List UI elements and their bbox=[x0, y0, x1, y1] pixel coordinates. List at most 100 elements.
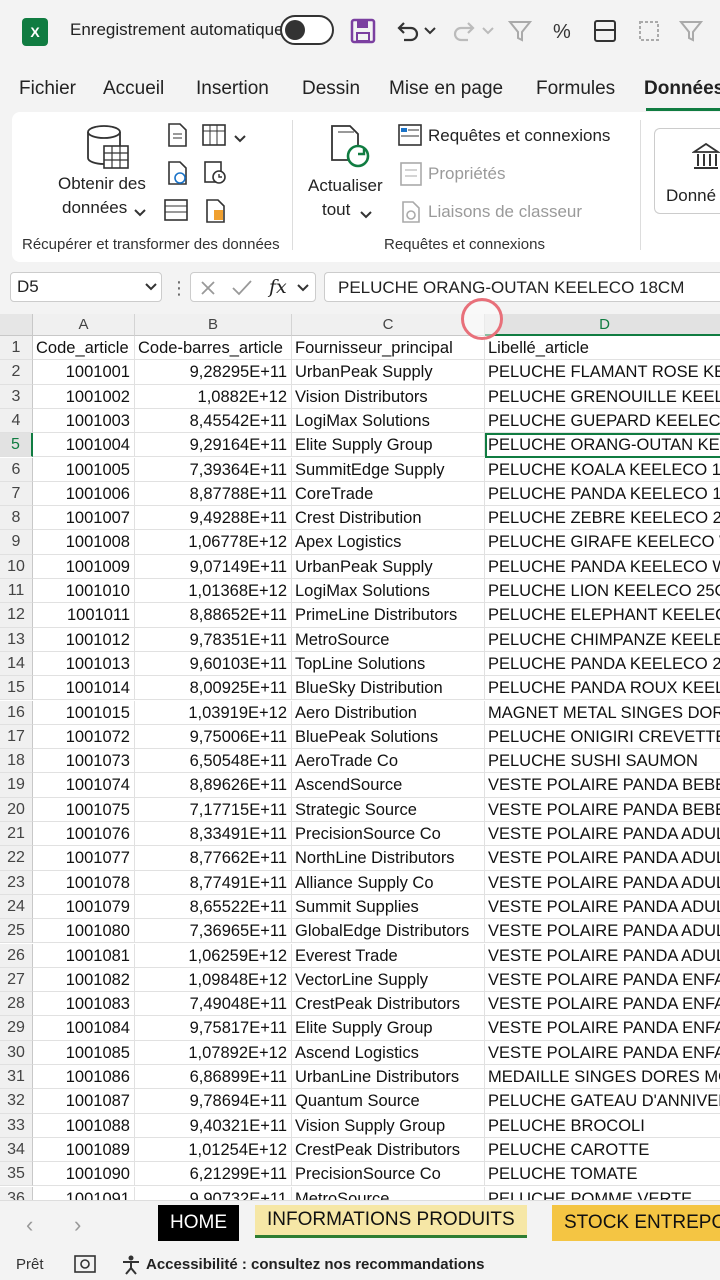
data-types-label[interactable]: Donné bbox=[666, 186, 716, 206]
table-cell[interactable]: PELUCHE GIRAFE KEELECO WO bbox=[485, 530, 720, 555]
table-cell[interactable]: 1001010 bbox=[33, 579, 135, 604]
table-cell[interactable]: 1001003 bbox=[33, 408, 135, 434]
table-cell[interactable]: 1001077 bbox=[33, 846, 135, 871]
queries-connections-icon[interactable] bbox=[398, 124, 422, 151]
refresh-all-icon[interactable] bbox=[328, 124, 372, 177]
row-header[interactable]: 32 bbox=[0, 1089, 33, 1114]
table-cell[interactable]: 9,78351E+11 bbox=[135, 627, 292, 652]
row-header[interactable]: 1 bbox=[0, 336, 33, 361]
table-cell[interactable]: 1,01368E+12 bbox=[135, 579, 292, 604]
table-cell[interactable]: Vision Distributors bbox=[292, 384, 485, 409]
table-cell[interactable]: VESTE POLAIRE PANDA ENFANT bbox=[485, 1041, 720, 1065]
row-header[interactable]: 25 bbox=[0, 919, 33, 944]
table-cell[interactable]: 1001084 bbox=[33, 1016, 135, 1041]
accessibility-status[interactable]: Accessibilité : consultez nos recommanda… bbox=[146, 1256, 484, 1273]
table-cell[interactable]: PELUCHE GRENOUILLE KEELECO bbox=[485, 385, 720, 409]
table-cell[interactable]: 1,06259E+12 bbox=[135, 943, 292, 968]
row-header[interactable]: 26 bbox=[0, 943, 33, 968]
table-cell[interactable]: 1001088 bbox=[33, 1113, 135, 1138]
sheet-prev-icon[interactable]: ‹ bbox=[26, 1212, 33, 1238]
insert-function-icon[interactable]: fx bbox=[269, 276, 287, 298]
row-header[interactable]: 6 bbox=[0, 457, 33, 482]
header-cell[interactable]: Code-barres_article bbox=[135, 336, 292, 361]
table-cell[interactable]: 1001091 bbox=[33, 1186, 135, 1200]
table-cell[interactable]: 1001081 bbox=[33, 943, 135, 968]
table-cell[interactable]: 1001005 bbox=[33, 457, 135, 482]
get-data-label-2[interactable]: données bbox=[62, 198, 127, 218]
formula-expand-icon[interactable] bbox=[297, 284, 309, 292]
workbook-links-button[interactable]: Liaisons de classeur bbox=[428, 202, 582, 222]
table-cell[interactable]: 1001001 bbox=[33, 360, 135, 385]
table-cell[interactable]: Everest Trade bbox=[292, 943, 485, 968]
table-cell[interactable]: 1,09848E+12 bbox=[135, 967, 292, 993]
recent-sources-icon[interactable] bbox=[204, 160, 228, 191]
row-header[interactable]: 16 bbox=[0, 700, 33, 725]
row-header[interactable]: 15 bbox=[0, 676, 33, 701]
table-cell[interactable]: 1001012 bbox=[33, 627, 135, 652]
table-cell[interactable]: PELUCHE CHIMPANZE KEELECO bbox=[485, 628, 720, 652]
row-header[interactable]: 33 bbox=[0, 1113, 33, 1138]
table-cell[interactable]: MEDAILLE SINGES DORES MON bbox=[485, 1065, 720, 1090]
cancel-icon[interactable] bbox=[200, 280, 216, 296]
table-cell[interactable]: 6,21299E+11 bbox=[135, 1162, 292, 1187]
table-cell[interactable]: PELUCHE KOALA KEELECO 18CM bbox=[485, 458, 720, 482]
table-cell[interactable]: MAGNET METAL SINGES DORES bbox=[485, 701, 720, 725]
table-cell[interactable]: BlueSky Distribution bbox=[292, 676, 485, 701]
table-cell[interactable]: 1001008 bbox=[33, 530, 135, 555]
table-cell[interactable]: UrbanPeak Supply bbox=[292, 360, 485, 385]
table-cell[interactable]: PELUCHE PANDA KEELECO WO bbox=[485, 555, 720, 579]
sheet-tab-informations-produits[interactable]: INFORMATIONS PRODUITS bbox=[255, 1205, 527, 1238]
table-cell[interactable]: 8,77491E+11 bbox=[135, 870, 292, 895]
table-cell[interactable]: 1,07892E+12 bbox=[135, 1040, 292, 1065]
table-cell[interactable]: 1,06778E+12 bbox=[135, 530, 292, 555]
table-cell[interactable]: 9,75006E+11 bbox=[135, 724, 292, 750]
table-cell[interactable]: 1001013 bbox=[33, 651, 135, 677]
formula-input[interactable]: PELUCHE ORANG-OUTAN KEELECO 18CM bbox=[324, 272, 720, 302]
column-header-c[interactable]: C bbox=[292, 314, 485, 336]
table-cell[interactable]: 8,33491E+11 bbox=[135, 822, 292, 847]
table-cell[interactable]: PELUCHE ORANG-OUTAN KEELECO bbox=[485, 433, 720, 458]
table-cell[interactable]: PELUCHE LION KEELECO 25CM bbox=[485, 579, 720, 604]
table-cell[interactable]: PELUCHE ONIGIRI CREVETTE bbox=[485, 725, 720, 750]
table-cell[interactable]: NorthLine Distributors bbox=[292, 846, 485, 871]
table-cell[interactable]: PELUCHE TOMATE bbox=[485, 1162, 720, 1187]
table-cell[interactable]: PrecisionSource Co bbox=[292, 1162, 485, 1187]
row-header[interactable]: 35 bbox=[0, 1162, 33, 1187]
table-cell[interactable]: 1001009 bbox=[33, 554, 135, 579]
table-cell[interactable]: 1001074 bbox=[33, 773, 135, 798]
name-box[interactable]: D5 bbox=[10, 272, 162, 302]
tab-formules[interactable]: Formules bbox=[536, 78, 615, 100]
table-cell[interactable]: 6,86899E+11 bbox=[135, 1065, 292, 1090]
table-cell[interactable]: 1001087 bbox=[33, 1089, 135, 1114]
table-cell[interactable]: VESTE POLAIRE PANDA ENFANT bbox=[485, 968, 720, 993]
table-cell[interactable]: AeroTrade Co bbox=[292, 749, 485, 774]
table-cell[interactable]: 7,36965E+11 bbox=[135, 919, 292, 944]
table-cell[interactable]: UrbanLine Distributors bbox=[292, 1065, 485, 1090]
redo-icon[interactable] bbox=[450, 16, 480, 46]
row-header[interactable]: 11 bbox=[0, 579, 33, 604]
row-header[interactable]: 31 bbox=[0, 1065, 33, 1090]
table-cell[interactable]: PELUCHE BROCOLI bbox=[485, 1114, 720, 1138]
table-cell[interactable]: PELUCHE PANDA KEELECO 25CM bbox=[485, 652, 720, 677]
table-cell[interactable]: VESTE POLAIRE PANDA BEBE 18 bbox=[485, 798, 720, 822]
tab-accueil[interactable]: Accueil bbox=[103, 78, 164, 100]
tab-insertion[interactable]: Insertion bbox=[196, 78, 269, 100]
select-all-corner[interactable] bbox=[0, 314, 33, 336]
column-header-d[interactable]: D bbox=[485, 314, 720, 336]
table-cell[interactable]: 1001072 bbox=[33, 724, 135, 750]
existing-connections-icon[interactable] bbox=[204, 198, 228, 229]
table-cell[interactable]: VESTE POLAIRE PANDA ADULTE bbox=[485, 944, 720, 968]
table-cell[interactable]: 1,03919E+12 bbox=[135, 700, 292, 725]
row-header[interactable]: 34 bbox=[0, 1137, 33, 1163]
table-cell[interactable]: 1001090 bbox=[33, 1162, 135, 1187]
row-header[interactable]: 8 bbox=[0, 506, 33, 531]
spreadsheet-grid[interactable]: A B C D 1 Code_article Code-barres_article Four… bbox=[0, 314, 720, 1200]
row-header[interactable]: 30 bbox=[0, 1040, 33, 1065]
table-cell[interactable]: CrestPeak Distributors bbox=[292, 992, 485, 1017]
refresh-all-label-2[interactable]: tout bbox=[322, 200, 350, 220]
table-cell[interactable]: PELUCHE PANDA KEELECO 18CM bbox=[485, 482, 720, 507]
table-cell[interactable]: 1001002 bbox=[33, 384, 135, 409]
table-cell[interactable]: 7,49048E+11 bbox=[135, 992, 292, 1017]
tab-donnees[interactable]: Données bbox=[644, 78, 720, 100]
table-cell[interactable]: Elite Supply Group bbox=[292, 433, 485, 458]
